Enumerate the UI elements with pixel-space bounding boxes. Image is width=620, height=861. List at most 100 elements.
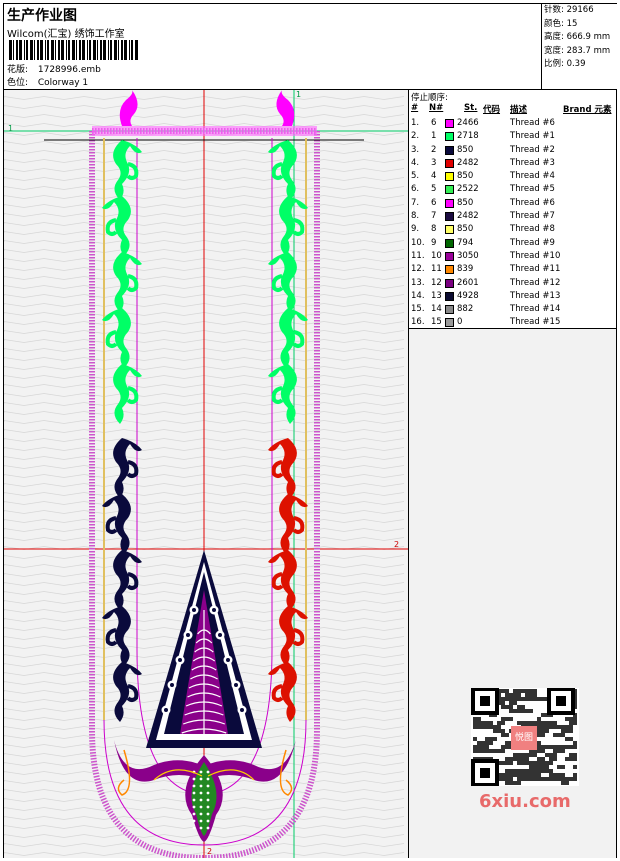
thread-code: 2482 xyxy=(457,211,479,222)
thread-code: 2522 xyxy=(457,184,479,195)
thread-sequence-table: 停止顺序: # N# St. 代码 描述 Brand 元素 1. 6 2466 Thr… xyxy=(409,90,616,329)
thread-number: 14 xyxy=(431,304,442,315)
thread-index: 2. xyxy=(411,131,420,142)
thread-number: 6 xyxy=(431,118,437,128)
thread-number: 8 xyxy=(431,224,437,235)
design-canvas[interactable]: 1 1 2 2 xyxy=(4,90,409,858)
thread-number: 5 xyxy=(431,184,437,195)
axis-marker-left: 1 xyxy=(8,124,14,133)
thread-code: 850 xyxy=(457,171,474,182)
thread-color-swatch xyxy=(445,198,454,208)
thread-code: 2601 xyxy=(457,277,479,288)
studio-name: Wilcom(汇宝) 绣饰工作室 xyxy=(7,29,125,40)
thread-code: 850 xyxy=(457,197,474,208)
thread-color-swatch xyxy=(445,172,454,182)
thread-description: Thread #5 xyxy=(510,184,555,195)
qr-center-label: 悦图 xyxy=(511,726,537,750)
thread-code: 839 xyxy=(457,264,474,275)
col-description-header: 描述 xyxy=(510,105,528,115)
thread-code: 0 xyxy=(457,317,463,328)
thread-description: Thread #12 xyxy=(510,277,561,288)
thread-index: 11. xyxy=(411,250,425,261)
embroidery-design xyxy=(4,90,408,858)
thread-color-swatch xyxy=(445,265,454,275)
thread-number: 4 xyxy=(431,171,437,182)
thread-description: Thread #6 xyxy=(510,118,555,128)
thread-color-swatch xyxy=(445,318,454,328)
thread-number: 6 xyxy=(431,197,437,208)
axis-marker-top: 1 xyxy=(296,90,302,99)
thread-rows: 1. 6 2466 Thread #6 2. 1 2718 Thread #1 3. 2 850 Th… xyxy=(409,117,616,330)
qr-code: 悦图 xyxy=(471,687,579,787)
colorway-label: 色位: xyxy=(7,78,29,88)
stop-sequence-title: 停止顺序: xyxy=(411,93,448,103)
thread-description: Thread #6 xyxy=(510,197,555,208)
thread-description: Thread #9 xyxy=(510,237,555,248)
thread-color-swatch xyxy=(445,238,454,248)
design-file-value: 1728996.emb xyxy=(37,65,101,75)
thread-description: Thread #14 xyxy=(510,304,561,315)
thread-description: Thread #10 xyxy=(510,250,561,261)
thread-row: 9. 8 850 Thread #8 xyxy=(409,223,616,236)
stitch-count: 针数: 29166 xyxy=(544,5,594,15)
thread-code: 794 xyxy=(457,237,474,248)
sheet-header: 生产作业图 Wilcom(汇宝) 绣饰工作室 花版: 1728996.emb 色… xyxy=(4,4,617,90)
thread-number: 10 xyxy=(431,250,442,261)
design-width: 宽度: 283.7 mm xyxy=(544,45,611,56)
thread-index: 5. xyxy=(411,171,420,182)
thread-row: 8. 7 2482 Thread #7 xyxy=(409,210,616,223)
design-height: 高度: 666.9 mm xyxy=(544,32,611,42)
thread-number: 3 xyxy=(431,157,437,168)
thread-index: 1. xyxy=(411,118,420,128)
thread-index: 13. xyxy=(411,277,425,288)
thread-color-swatch xyxy=(445,212,454,222)
thread-code: 2482 xyxy=(457,157,479,168)
thread-row: 11. 10 3050 Thread #10 xyxy=(409,250,616,263)
thread-number: 2 xyxy=(431,144,437,155)
thread-index: 8. xyxy=(411,211,420,222)
thread-description: Thread #8 xyxy=(510,224,555,235)
thread-row: 12. 11 839 Thread #11 xyxy=(409,263,616,276)
thread-row: 15. 14 882 Thread #14 xyxy=(409,303,616,316)
thread-description: Thread #15 xyxy=(510,317,561,328)
thread-row: 1. 6 2466 Thread #6 xyxy=(409,117,616,130)
thread-code: 2718 xyxy=(457,131,479,142)
thread-code: 850 xyxy=(457,224,474,235)
thread-index: 4. xyxy=(411,157,420,168)
thread-row: 14. 13 4928 Thread #13 xyxy=(409,290,616,303)
thread-description: Thread #2 xyxy=(510,144,555,155)
thread-row: 7. 6 850 Thread #6 xyxy=(409,197,616,210)
col-brand-header: Brand 元素 xyxy=(563,105,612,115)
thread-color-swatch xyxy=(445,158,454,168)
color-count: 颜色: 15 xyxy=(544,18,578,29)
col-number-header: N# xyxy=(429,103,444,113)
thread-code: 882 xyxy=(457,304,474,315)
thread-row: 2. 1 2718 Thread #1 xyxy=(409,130,616,143)
thread-number: 12 xyxy=(431,277,442,288)
thread-description: Thread #11 xyxy=(510,264,561,275)
thread-number: 9 xyxy=(431,237,437,248)
barcode-icon xyxy=(9,40,138,60)
thread-index: 9. xyxy=(411,224,420,235)
thread-color-swatch xyxy=(445,278,454,288)
thread-row: 4. 3 2482 Thread #3 xyxy=(409,157,616,170)
col-index-header: # xyxy=(411,103,419,113)
thread-row: 13. 12 2601 Thread #12 xyxy=(409,277,616,290)
thread-index: 16. xyxy=(411,317,425,328)
thread-color-swatch xyxy=(445,305,454,315)
thread-color-swatch xyxy=(445,145,454,155)
axis-marker-right: 2 xyxy=(394,540,400,549)
thread-index: 10. xyxy=(411,237,425,248)
design-file-row: 花版: 1728996.emb xyxy=(7,62,101,75)
thread-color-swatch xyxy=(445,119,454,128)
thread-color-swatch xyxy=(445,132,454,142)
col-code-header: 代码 xyxy=(483,105,501,115)
thread-description: Thread #13 xyxy=(510,290,561,301)
thread-index: 15. xyxy=(411,304,425,315)
production-sheet: 生产作业图 Wilcom(汇宝) 绣饰工作室 花版: 1728996.emb 色… xyxy=(3,3,617,858)
design-scale: 比例: 0.39 xyxy=(544,59,586,69)
thread-code: 850 xyxy=(457,144,474,155)
thread-index: 6. xyxy=(411,184,420,195)
thread-color-swatch xyxy=(445,291,454,301)
thread-description: Thread #3 xyxy=(510,157,555,168)
